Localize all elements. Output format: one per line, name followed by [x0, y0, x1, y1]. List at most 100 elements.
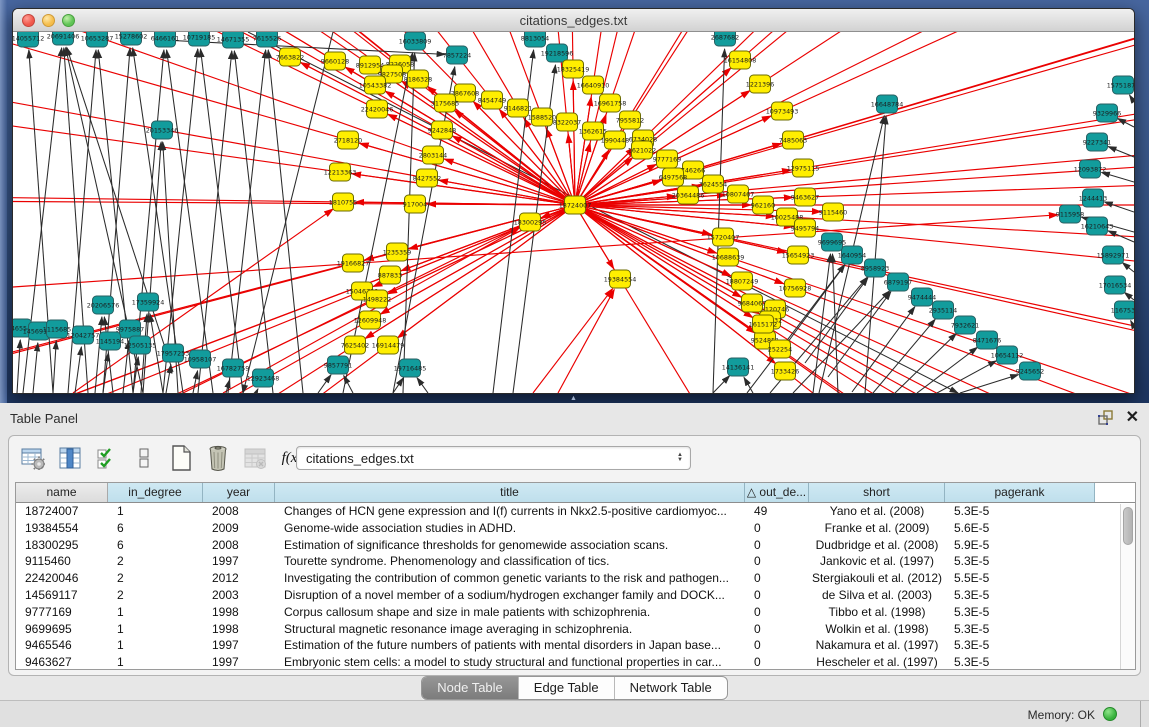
- table-cell[interactable]: 9115460: [16, 553, 108, 570]
- table-cell[interactable]: 1998: [203, 621, 275, 638]
- table-cell[interactable]: Stergiakouli et al. (2012): [809, 570, 945, 587]
- table-cell[interactable]: 1997: [203, 553, 275, 570]
- table-cell[interactable]: 2003: [203, 587, 275, 604]
- new-file-icon[interactable]: [167, 444, 195, 472]
- column-chooser-icon[interactable]: [56, 444, 84, 472]
- column-header-title[interactable]: title: [275, 483, 745, 502]
- delete-trash-icon[interactable]: [204, 444, 232, 472]
- table-cell[interactable]: 6: [108, 520, 203, 537]
- table-row[interactable]: 1872400712008Changes of HCN gene express…: [16, 503, 1135, 520]
- table-cell[interactable]: 5.3E-5: [945, 654, 1095, 670]
- table-row[interactable]: 1830029562008Estimation of significance …: [16, 537, 1135, 554]
- column-header-short[interactable]: short: [809, 483, 945, 502]
- table-cell[interactable]: Estimation of significance thresholds fo…: [275, 537, 745, 554]
- table-cell[interactable]: 0: [745, 621, 809, 638]
- table-cell[interactable]: 1: [108, 637, 203, 654]
- table-cell[interactable]: Structural magnetic resonance image aver…: [275, 621, 745, 638]
- table-cell[interactable]: 9463627: [16, 654, 108, 670]
- table-cell[interactable]: 1997: [203, 637, 275, 654]
- table-cell[interactable]: 0: [745, 654, 809, 670]
- table-cell[interactable]: 1998: [203, 604, 275, 621]
- panel-splitter-handle[interactable]: ▲: [570, 395, 577, 402]
- table-cell[interactable]: Estimation of the future numbers of pati…: [275, 637, 745, 654]
- table-cell[interactable]: Investigating the contribution of common…: [275, 570, 745, 587]
- window-titlebar[interactable]: citations_edges.txt: [13, 9, 1134, 32]
- table-row[interactable]: 946554611997Estimation of the future num…: [16, 637, 1135, 654]
- table-cell[interactable]: Tourette syndrome. Phenomenology and cla…: [275, 553, 745, 570]
- network-canvas[interactable]: 1405571220691406106532871527860264661611…: [13, 32, 1134, 393]
- table-settings-icon[interactable]: [19, 444, 47, 472]
- tab-edge-table[interactable]: Edge Table: [519, 677, 615, 699]
- table-cell[interactable]: 1: [108, 604, 203, 621]
- table-cell[interactable]: 14569117: [16, 587, 108, 604]
- column-header-name[interactable]: name: [16, 483, 108, 502]
- column-header-out_de[interactable]: △ out_de...: [745, 483, 809, 502]
- table-cell[interactable]: 2008: [203, 537, 275, 554]
- table-cell[interactable]: 5.3E-5: [945, 587, 1095, 604]
- table-cell[interactable]: 19384554: [16, 520, 108, 537]
- table-cell[interactable]: 2: [108, 587, 203, 604]
- table-cell[interactable]: 5.3E-5: [945, 621, 1095, 638]
- table-cell[interactable]: 5.3E-5: [945, 553, 1095, 570]
- table-cell[interactable]: Jankovic et al. (1997): [809, 553, 945, 570]
- table-cell[interactable]: 5.6E-5: [945, 520, 1095, 537]
- table-cell[interactable]: 9699695: [16, 621, 108, 638]
- column-header-pagerank[interactable]: pagerank: [945, 483, 1095, 502]
- table-cell[interactable]: Hescheler et al. (1997): [809, 654, 945, 670]
- table-cell[interactable]: 0: [745, 553, 809, 570]
- table-row[interactable]: 969969511998Structural magnetic resonanc…: [16, 621, 1135, 638]
- table-cell[interactable]: 1: [108, 503, 203, 520]
- table-cell[interactable]: 0: [745, 537, 809, 554]
- table-cell[interactable]: 0: [745, 637, 809, 654]
- column-header-in_degree[interactable]: in_degree: [108, 483, 203, 502]
- column-header-year[interactable]: year: [203, 483, 275, 502]
- table-row[interactable]: 911546021997Tourette syndrome. Phenomeno…: [16, 553, 1135, 570]
- table-scrollbar-thumb[interactable]: [1123, 507, 1133, 545]
- table-cell[interactable]: 0: [745, 520, 809, 537]
- table-cell[interactable]: 2008: [203, 503, 275, 520]
- table-cell[interactable]: 2009: [203, 520, 275, 537]
- table-row[interactable]: 1938455462009Genome-wide association stu…: [16, 520, 1135, 537]
- table-cell[interactable]: 5.3E-5: [945, 604, 1095, 621]
- float-panel-icon[interactable]: [1097, 409, 1114, 426]
- table-row[interactable]: 2242004622012Investigating the contribut…: [16, 570, 1135, 587]
- table-cell[interactable]: 1997: [203, 654, 275, 670]
- table-cell[interactable]: Wolkin et al. (1998): [809, 621, 945, 638]
- table-cell[interactable]: de Silva et al. (2003): [809, 587, 945, 604]
- table-cell[interactable]: 22420046: [16, 570, 108, 587]
- table-cell[interactable]: Dudbridge et al. (2008): [809, 537, 945, 554]
- table-cell[interactable]: 9465546: [16, 637, 108, 654]
- table-cell[interactable]: 2: [108, 570, 203, 587]
- table-cell[interactable]: 18300295: [16, 537, 108, 554]
- table-cell[interactable]: 0: [745, 587, 809, 604]
- table-cell[interactable]: Embryonic stem cells: a model to study s…: [275, 654, 745, 670]
- table-cell[interactable]: Corpus callosum shape and size in male p…: [275, 604, 745, 621]
- table-cell[interactable]: 5.9E-5: [945, 537, 1095, 554]
- table-cell[interactable]: 5.3E-5: [945, 503, 1095, 520]
- table-scrollbar[interactable]: [1120, 504, 1135, 669]
- table-cell[interactable]: 5.5E-5: [945, 570, 1095, 587]
- table-cell[interactable]: 6: [108, 537, 203, 554]
- table-cell[interactable]: Disruption of a novel member of a sodium…: [275, 587, 745, 604]
- table-cell[interactable]: Franke et al. (2009): [809, 520, 945, 537]
- table-selector-dropdown[interactable]: citations_edges.txt ▲▼: [296, 446, 691, 470]
- table-cell[interactable]: Changes of HCN gene expression and I(f) …: [275, 503, 745, 520]
- table-cell[interactable]: 1: [108, 621, 203, 638]
- table-row[interactable]: 946362711997Embryonic stem cells: a mode…: [16, 654, 1135, 670]
- tab-network-table[interactable]: Network Table: [615, 677, 727, 699]
- table-cell[interactable]: 49: [745, 503, 809, 520]
- table-cell[interactable]: 2012: [203, 570, 275, 587]
- table-cell[interactable]: Tibbo et al. (1998): [809, 604, 945, 621]
- table-cell[interactable]: 5.3E-5: [945, 637, 1095, 654]
- table-cell[interactable]: 1: [108, 654, 203, 670]
- table-cell[interactable]: Genome-wide association studies in ADHD.: [275, 520, 745, 537]
- tab-node-table[interactable]: Node Table: [422, 677, 519, 699]
- table-row[interactable]: 977716911998Corpus callosum shape and si…: [16, 604, 1135, 621]
- table-cell[interactable]: 0: [745, 604, 809, 621]
- table-cell[interactable]: 0: [745, 570, 809, 587]
- table-cell[interactable]: 2: [108, 553, 203, 570]
- table-cell[interactable]: Yano et al. (2008): [809, 503, 945, 520]
- rows-icon[interactable]: [130, 444, 158, 472]
- row-select-icon[interactable]: [93, 444, 121, 472]
- table-cell[interactable]: 18724007: [16, 503, 108, 520]
